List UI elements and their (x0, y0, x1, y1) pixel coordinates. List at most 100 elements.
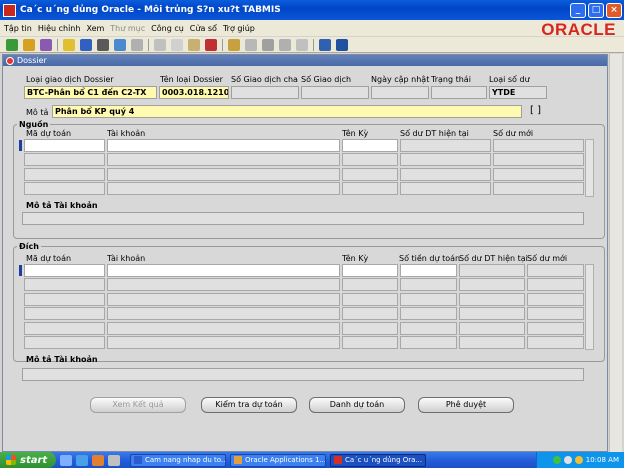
view-result-button[interactable]: Xem Kết quả (90, 397, 186, 413)
source-new-cell[interactable] (493, 153, 584, 167)
dest-period-cell[interactable] (342, 264, 398, 277)
menu-window[interactable]: Cửa sổ (190, 24, 217, 33)
open-icon[interactable] (63, 38, 75, 51)
flex-field-bracket[interactable]: [ ] (530, 105, 541, 116)
source-code-cell[interactable] (24, 182, 105, 196)
dest-current-cell[interactable] (459, 278, 525, 292)
source-period-cell[interactable] (342, 167, 398, 181)
source-period-cell[interactable] (342, 182, 398, 196)
menu-tools[interactable]: Công cụ (151, 24, 184, 33)
parent-tx-field[interactable] (231, 86, 299, 99)
task-word-document[interactable]: Cam nang nhap du to... (130, 453, 226, 467)
source-current-cell[interactable] (400, 139, 491, 152)
tx-number-field[interactable] (301, 86, 369, 99)
dest-period-cell[interactable] (342, 292, 398, 306)
update-date-field[interactable] (371, 86, 429, 99)
dest-account-cell[interactable] (107, 292, 340, 306)
window-vertical-scrollbar[interactable] (609, 54, 622, 452)
quicklaunch-desktop-icon[interactable] (60, 454, 72, 466)
dest-account-cell[interactable] (107, 264, 340, 277)
balance-type-field[interactable]: YTDE (489, 86, 547, 99)
dest-current-cell[interactable] (459, 307, 525, 321)
source-new-cell[interactable] (493, 182, 584, 196)
source-period-cell[interactable] (342, 153, 398, 167)
dest-account-cell[interactable] (107, 278, 340, 292)
dest-current-cell[interactable] (459, 336, 525, 349)
start-button[interactable]: start (0, 452, 56, 468)
dossier-name-field[interactable]: 0003.018.121026.k (159, 86, 229, 99)
grid-scrollbar[interactable] (585, 139, 594, 197)
clear-record-icon[interactable] (205, 38, 217, 51)
menu-edit[interactable]: Hiệu chỉnh (38, 24, 81, 33)
translations-icon[interactable] (262, 38, 274, 51)
dest-new-cell[interactable] (527, 336, 584, 349)
source-current-cell[interactable] (400, 153, 491, 167)
source-current-cell[interactable] (400, 182, 491, 196)
folder-tools-icon[interactable] (245, 38, 257, 51)
source-account-cell[interactable] (107, 153, 340, 167)
dest-new-cell[interactable] (527, 321, 584, 335)
close-form-icon[interactable] (131, 38, 143, 51)
dest-new-cell[interactable] (527, 264, 584, 277)
maximize-button[interactable]: □ (588, 2, 604, 18)
menu-view[interactable]: Xem (86, 24, 104, 33)
status-field[interactable] (431, 86, 487, 99)
dest-current-cell[interactable] (459, 321, 525, 335)
source-current-cell[interactable] (400, 167, 491, 181)
dest-amount-cell[interactable] (400, 336, 457, 349)
find-icon[interactable] (23, 38, 35, 51)
attachments-icon[interactable] (279, 38, 291, 51)
dest-amount-cell[interactable] (400, 307, 457, 321)
task-oracle-forms[interactable]: Ca´c u´ng du̓ng Ora... (330, 453, 426, 467)
check-budget-button[interactable]: Kiểm tra dự toán (201, 397, 297, 413)
menu-file[interactable]: Tập tin (4, 24, 32, 33)
dest-new-cell[interactable] (527, 307, 584, 321)
source-period-cell[interactable] (342, 139, 398, 152)
source-new-cell[interactable] (493, 139, 584, 152)
source-code-cell[interactable] (24, 153, 105, 167)
dest-current-cell[interactable] (459, 264, 525, 277)
network-icon[interactable] (552, 456, 561, 464)
volume-icon[interactable] (563, 456, 572, 464)
close-button[interactable]: × (606, 2, 622, 18)
print-icon[interactable] (97, 38, 109, 51)
dest-new-cell[interactable] (527, 292, 584, 306)
description-field[interactable]: Phân bổ KP quý 4 (52, 105, 522, 118)
dest-period-cell[interactable] (342, 321, 398, 335)
dest-amount-cell[interactable] (400, 264, 457, 277)
quicklaunch-ie-icon[interactable] (76, 454, 88, 466)
new-icon[interactable] (6, 38, 18, 51)
approve-button[interactable]: Phê duyệt (418, 397, 514, 413)
source-code-cell[interactable] (24, 167, 105, 181)
source-new-cell[interactable] (493, 167, 584, 181)
grid-scrollbar[interactable] (585, 264, 594, 351)
dest-code-cell[interactable] (24, 278, 105, 292)
save-icon[interactable] (80, 38, 92, 51)
navigator-icon[interactable] (40, 38, 52, 51)
copy-icon[interactable] (171, 38, 183, 51)
dest-code-cell[interactable] (24, 321, 105, 335)
dest-amount-cell[interactable] (400, 321, 457, 335)
quicklaunch-app-icon[interactable] (108, 454, 120, 466)
source-code-cell[interactable] (24, 139, 105, 152)
dest-code-cell[interactable] (24, 307, 105, 321)
source-account-cell[interactable] (107, 139, 340, 152)
edit-field-icon[interactable] (228, 38, 240, 51)
dest-period-cell[interactable] (342, 278, 398, 292)
dest-new-cell[interactable] (527, 278, 584, 292)
dest-code-cell[interactable] (24, 264, 105, 277)
zoom-icon[interactable] (114, 38, 126, 51)
dest-amount-cell[interactable] (400, 278, 457, 292)
folder-icon[interactable] (296, 38, 308, 51)
dest-account-cell[interactable] (107, 321, 340, 335)
paste-icon[interactable] (188, 38, 200, 51)
dest-period-cell[interactable] (342, 336, 398, 349)
task-oracle-applications[interactable]: Oracle Applications 1... (230, 453, 326, 467)
source-account-cell[interactable] (107, 167, 340, 181)
dest-account-cell[interactable] (107, 307, 340, 321)
help-icon[interactable] (319, 38, 331, 51)
menu-folder[interactable]: Thư mục (110, 24, 145, 33)
source-account-cell[interactable] (107, 182, 340, 196)
dest-account-cell[interactable] (107, 336, 340, 349)
dest-code-cell[interactable] (24, 292, 105, 306)
